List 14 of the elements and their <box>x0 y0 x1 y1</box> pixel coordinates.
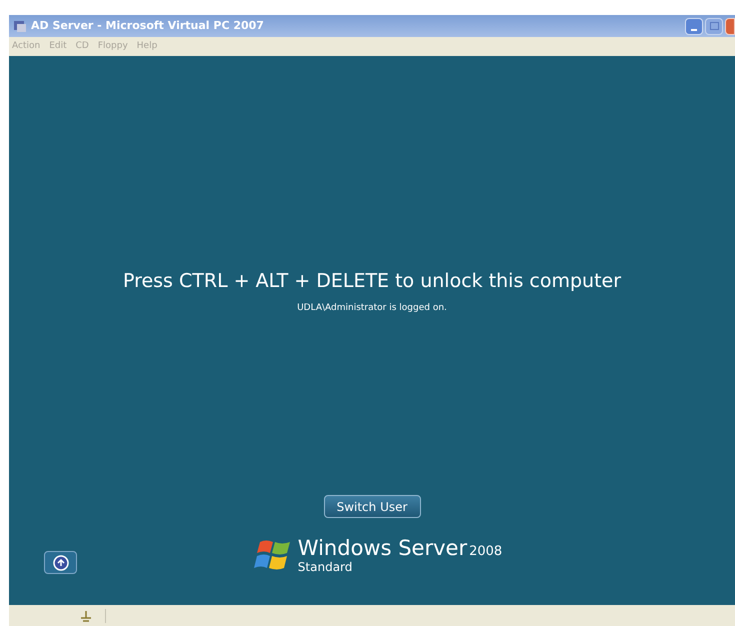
unlock-message: Press CTRL + ALT + DELETE to unlock this computer <box>122 269 622 294</box>
ease-of-access-icon <box>52 554 68 570</box>
network-icon <box>79 610 93 622</box>
window-title: AD Server - Microsoft Virtual PC 2007 <box>31 18 264 34</box>
maximize-button[interactable] <box>705 18 723 34</box>
logged-on-status: UDLA\Administrator is logged on. <box>297 302 447 314</box>
window-app-icon <box>13 19 27 33</box>
close-button[interactable] <box>725 18 735 34</box>
brand-edition: Standard <box>298 561 354 573</box>
ease-of-access-button[interactable] <box>44 551 77 574</box>
switch-user-button[interactable]: Switch User <box>324 495 420 518</box>
minimize-button[interactable] <box>685 18 703 34</box>
brand-name: Windows Server <box>298 538 468 559</box>
brand-version: 2008 <box>469 545 502 558</box>
